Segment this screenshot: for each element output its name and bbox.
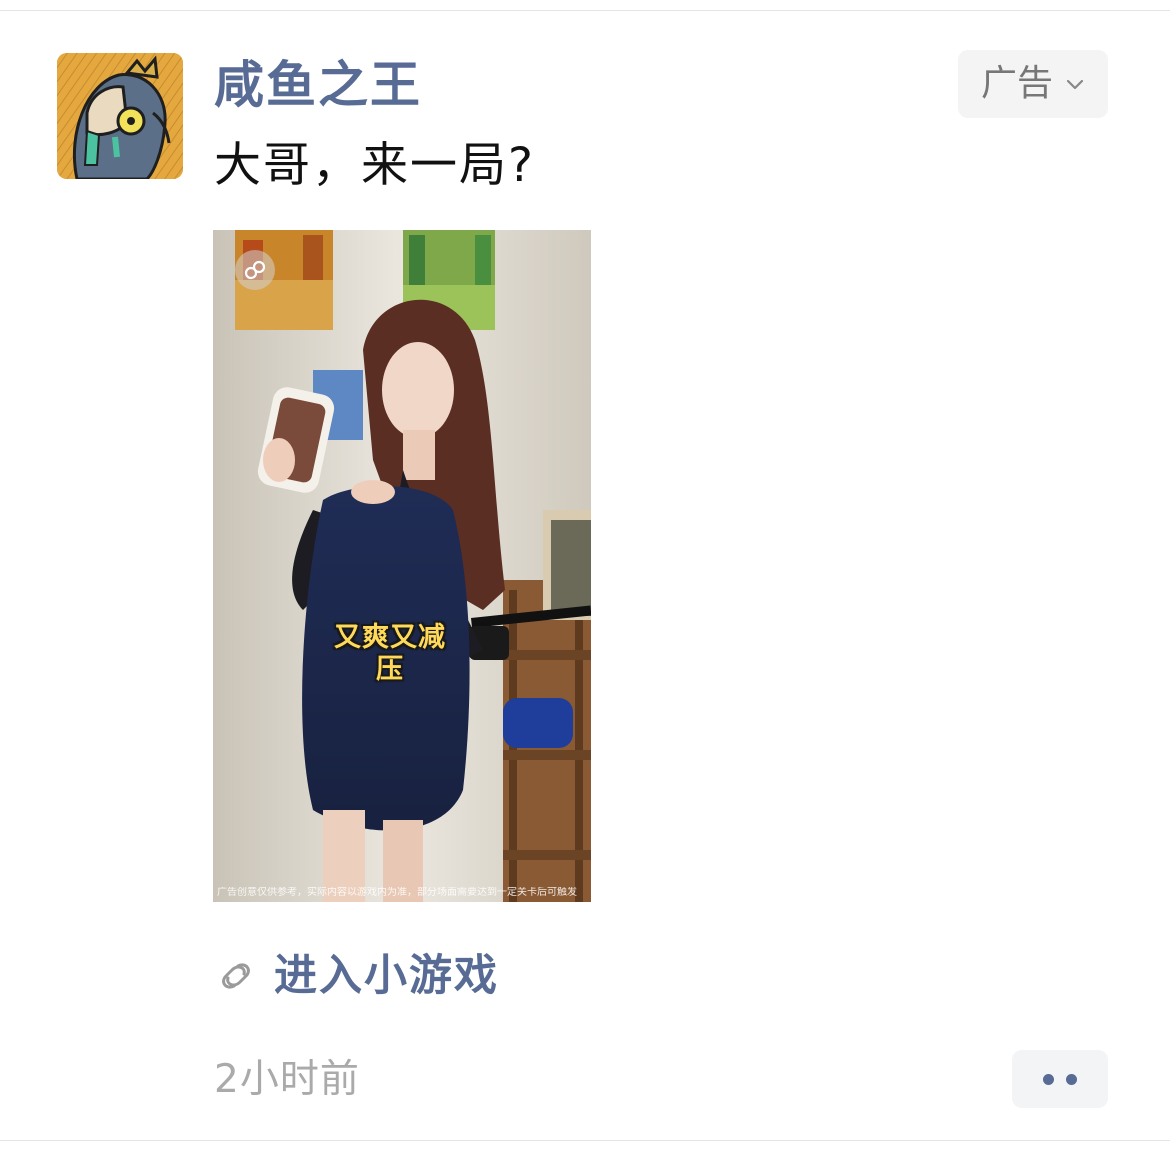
video-caption: 又爽又减压 [334,622,446,685]
mini-program-icon [244,260,266,280]
post-timestamp: 2小时前 [214,1057,360,1102]
avatar[interactable] [57,53,183,179]
video-frame-image [213,230,591,902]
top-divider [0,10,1170,11]
ad-video[interactable]: 又爽又减压 广告创意仅供参考，实际内容以游戏内为准，部分场面需要达到一定关卡后可… [213,230,591,902]
account-name[interactable]: 咸鱼之王 [214,52,422,118]
bottom-divider [0,1140,1170,1141]
more-dots-icon [1066,1073,1077,1085]
ad-menu-button[interactable]: 广告 [958,50,1108,118]
more-actions-button[interactable] [1012,1050,1108,1108]
post-text: 大哥，来一局? [214,138,535,193]
mini-program-badge-icon [235,250,275,290]
video-disclaimer: 广告创意仅供参考，实际内容以游戏内为准，部分场面需要达到一定关卡后可触发 [217,887,577,898]
ad-label: 广告 [980,63,1053,104]
salted-fish-king-avatar-icon [57,53,183,179]
enter-mini-game-label: 进入小游戏 [274,951,499,1001]
enter-mini-game-link[interactable]: 进入小游戏 [216,946,499,1006]
more-dots-icon [1043,1073,1054,1085]
mini-program-icon [222,963,250,989]
chevron-down-icon [1066,79,1084,90]
